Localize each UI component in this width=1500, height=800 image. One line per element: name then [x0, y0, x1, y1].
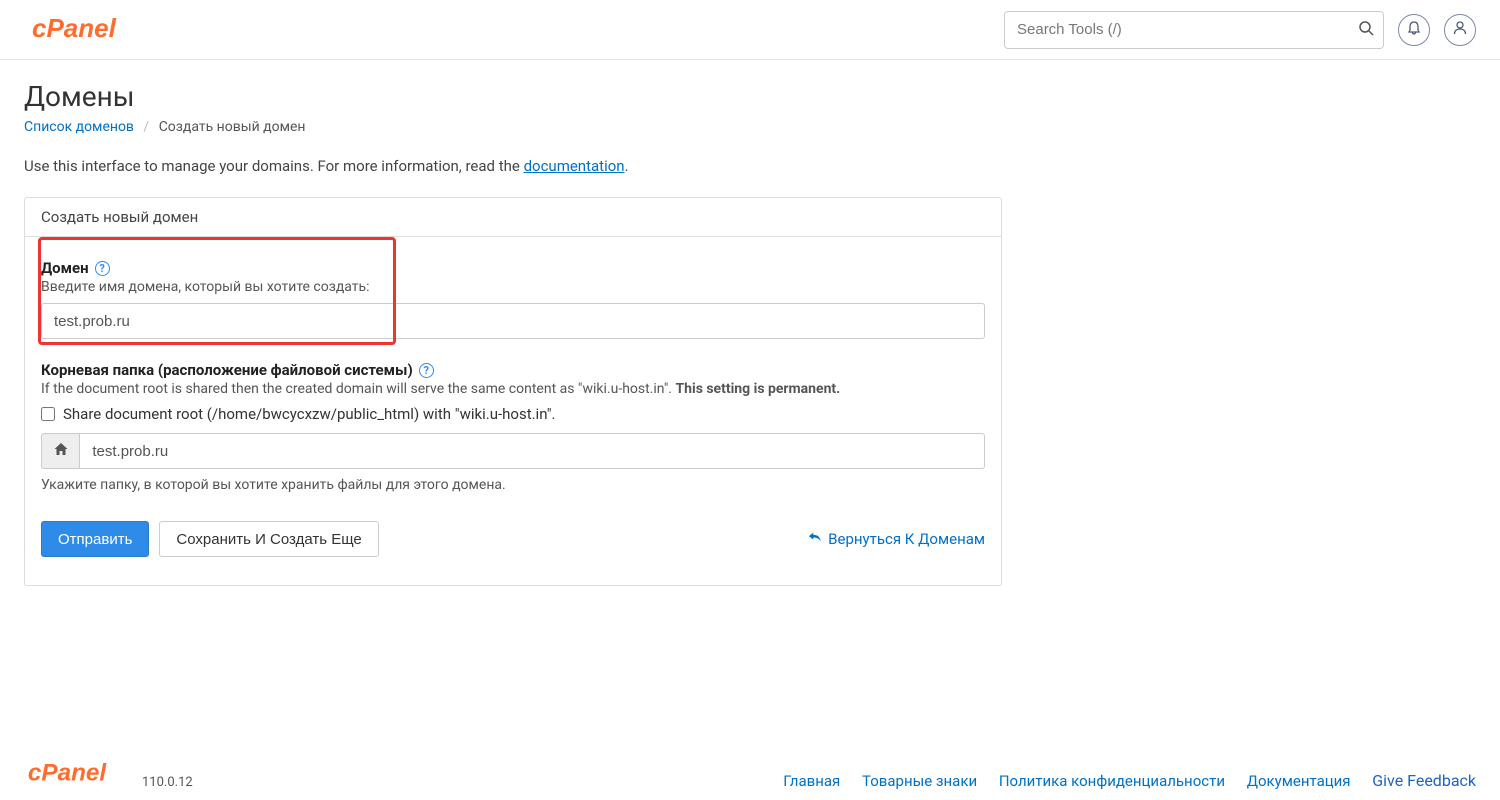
share-docroot-label: Share document root (/home/bwcycxzw/publ…	[63, 405, 555, 423]
help-icon[interactable]: ?	[95, 261, 110, 276]
search-input[interactable]	[1004, 11, 1384, 49]
footer-links: Главная Товарные знаки Политика конфиден…	[765, 771, 1476, 790]
docroot-shared-help-prefix: If the document root is shared then the …	[41, 381, 675, 397]
page-title: Домены	[24, 80, 1476, 113]
breadcrumb: Список доменов / Создать новый домен	[24, 119, 1476, 135]
svg-text:cPanel: cPanel	[32, 13, 117, 43]
home-icon-addon	[41, 433, 79, 469]
domain-label: Домен	[41, 259, 89, 277]
version-text: 110.0.12	[142, 775, 193, 790]
back-to-domains-label: Вернуться К Доменам	[828, 530, 985, 548]
intro-text: Use this interface to manage your domain…	[24, 157, 1476, 175]
documentation-link[interactable]: documentation	[524, 157, 625, 175]
footer-logo: cPanel	[24, 758, 142, 790]
docroot-input[interactable]	[79, 433, 985, 469]
share-docroot-row[interactable]: Share document root (/home/bwcycxzw/publ…	[41, 405, 985, 423]
intro-suffix: .	[625, 157, 629, 175]
docroot-path-help: Укажите папку, в которой вы хотите храни…	[41, 477, 985, 493]
domain-input[interactable]	[41, 303, 985, 339]
docroot-group: Корневая папка (расположение файловой си…	[41, 361, 985, 493]
cpanel-logo: cPanel	[32, 13, 150, 47]
submit-button[interactable]: Отправить	[41, 521, 149, 557]
footer-link-privacy[interactable]: Политика конфиденциальности	[999, 772, 1225, 790]
actions-row: Отправить Сохранить И Создать Еще Вернут…	[41, 521, 985, 557]
footer-link-home[interactable]: Главная	[783, 772, 840, 790]
help-icon[interactable]: ?	[419, 363, 434, 378]
docroot-input-group	[41, 433, 985, 469]
create-domain-panel: Создать новый домен Домен ? Введите имя …	[24, 197, 1002, 586]
bell-icon	[1406, 20, 1422, 40]
footer-link-docs[interactable]: Документация	[1247, 772, 1351, 790]
back-to-domains-link[interactable]: Вернуться К Доменам	[808, 530, 985, 548]
user-menu-button[interactable]	[1444, 14, 1476, 46]
footer-link-trademarks[interactable]: Товарные знаки	[862, 772, 977, 790]
home-icon	[53, 441, 69, 461]
user-icon	[1452, 20, 1468, 40]
docroot-label: Корневая папка (расположение файловой си…	[41, 361, 413, 379]
docroot-shared-help-bold: This setting is permanent.	[675, 381, 840, 397]
breadcrumb-separator: /	[143, 119, 149, 135]
footer-link-feedback[interactable]: Give Feedback	[1372, 771, 1476, 790]
breadcrumb-list-link[interactable]: Список доменов	[24, 119, 134, 135]
domain-group: Домен ? Введите имя домена, который вы х…	[41, 259, 985, 339]
save-and-create-more-button[interactable]: Сохранить И Создать Еще	[159, 521, 378, 557]
svg-text:cPanel: cPanel	[28, 759, 107, 786]
domain-help: Введите имя домена, который вы хотите со…	[41, 279, 985, 295]
share-docroot-checkbox[interactable]	[41, 407, 55, 421]
panel-title: Создать новый домен	[25, 198, 1001, 237]
search-container	[1004, 11, 1384, 49]
reply-arrow-icon	[808, 530, 822, 548]
intro-prefix: Use this interface to manage your domain…	[24, 157, 524, 175]
footer: cPanel 110.0.12 Главная Товарные знаки П…	[0, 748, 1500, 800]
breadcrumb-current: Создать новый домен	[159, 119, 306, 135]
notifications-button[interactable]	[1398, 14, 1430, 46]
top-bar: cPanel	[0, 0, 1500, 60]
docroot-shared-help: If the document root is shared then the …	[41, 381, 985, 397]
